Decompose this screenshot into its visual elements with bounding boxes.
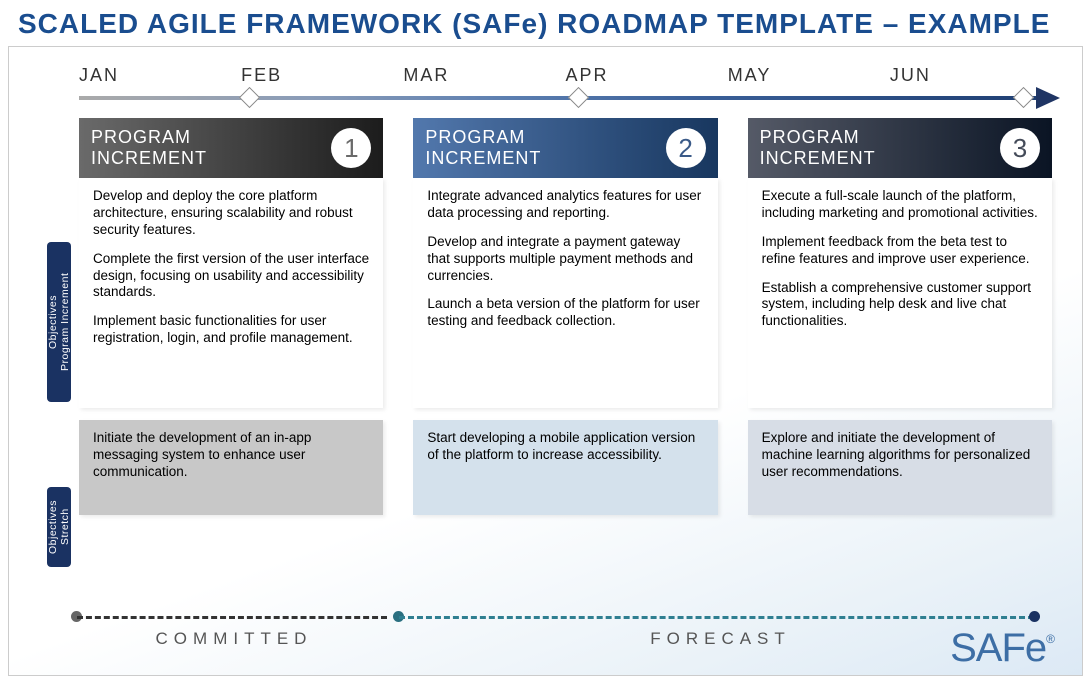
- month-label: MAR: [403, 65, 565, 86]
- roadmap-frame: JAN FEB MAR APR MAY JUN Program Incremen…: [8, 46, 1083, 676]
- objective-text: Develop and integrate a payment gateway …: [427, 234, 703, 285]
- month-label: JAN: [79, 65, 241, 86]
- forecast-line: [399, 616, 1034, 619]
- increment-title: PROGRAMINCREMENT: [91, 127, 207, 168]
- increment-title: PROGRAMINCREMENT: [760, 127, 876, 168]
- objectives-box: Execute a full-scale launch of the platf…: [748, 178, 1052, 408]
- objective-text: Develop and deploy the core platform arc…: [93, 188, 369, 239]
- page-title: SCALED AGILE FRAMEWORK (SAFe) ROADMAP TE…: [8, 8, 1083, 40]
- objective-text: Integrate advanced analytics features fo…: [427, 188, 703, 222]
- diamond-milestone-icon: [239, 87, 260, 108]
- status-row: [69, 612, 1042, 624]
- side-label-stretch: Stretch Objectives: [47, 487, 71, 567]
- month-label: JUN: [890, 65, 1052, 86]
- objective-text: Launch a beta version of the platform fo…: [427, 296, 703, 330]
- increment-number-badge: 2: [666, 128, 706, 168]
- stretch-box: Start developing a mobile application ve…: [413, 420, 717, 515]
- months-row: JAN FEB MAR APR MAY JUN: [9, 47, 1082, 86]
- objective-text: Implement feedback from the beta test to…: [762, 234, 1038, 268]
- status-dot-icon: [1029, 611, 1040, 622]
- increment-header: PROGRAMINCREMENT 3: [748, 118, 1052, 178]
- status-committed-label: COMMITTED: [69, 629, 399, 649]
- increment-column: PROGRAMINCREMENT 2 Integrate advanced an…: [413, 118, 717, 515]
- stretch-box: Explore and initiate the development of …: [748, 420, 1052, 515]
- increment-number-badge: 3: [1000, 128, 1040, 168]
- increment-title: PROGRAMINCREMENT: [425, 127, 541, 168]
- month-label: APR: [566, 65, 728, 86]
- diamond-milestone-icon: [567, 87, 588, 108]
- objective-text: Execute a full-scale launch of the platf…: [762, 188, 1038, 222]
- timeline-line: [79, 96, 1038, 100]
- arrow-head-icon: [1036, 87, 1060, 109]
- increment-header: PROGRAMINCREMENT 2: [413, 118, 717, 178]
- objective-text: Complete the first version of the user i…: [93, 251, 369, 302]
- objectives-box: Integrate advanced analytics features fo…: [413, 178, 717, 408]
- objective-text: Establish a comprehensive customer suppo…: [762, 280, 1038, 331]
- objective-text: Implement basic functionalities for user…: [93, 313, 369, 347]
- side-label-objectives: Program Increment Objectives: [47, 242, 71, 402]
- status-labels: COMMITTED FORECAST: [69, 629, 1042, 649]
- diamond-milestone-icon: [1013, 87, 1034, 108]
- increments-row: PROGRAMINCREMENT 1 Develop and deploy th…: [9, 118, 1082, 515]
- objectives-box: Develop and deploy the core platform arc…: [79, 178, 383, 408]
- status-forecast-label: FORECAST: [399, 629, 1042, 649]
- increment-number-badge: 1: [331, 128, 371, 168]
- timeline-arrow: [79, 84, 1062, 114]
- increment-column: PROGRAMINCREMENT 3 Execute a full-scale …: [748, 118, 1052, 515]
- increment-header: PROGRAMINCREMENT 1: [79, 118, 383, 178]
- stretch-box: Initiate the development of an in-app me…: [79, 420, 383, 515]
- safe-logo: SAFe®: [950, 626, 1054, 671]
- month-label: MAY: [728, 65, 890, 86]
- increment-column: PROGRAMINCREMENT 1 Develop and deploy th…: [79, 118, 383, 515]
- committed-line: [77, 616, 387, 619]
- month-label: FEB: [241, 65, 403, 86]
